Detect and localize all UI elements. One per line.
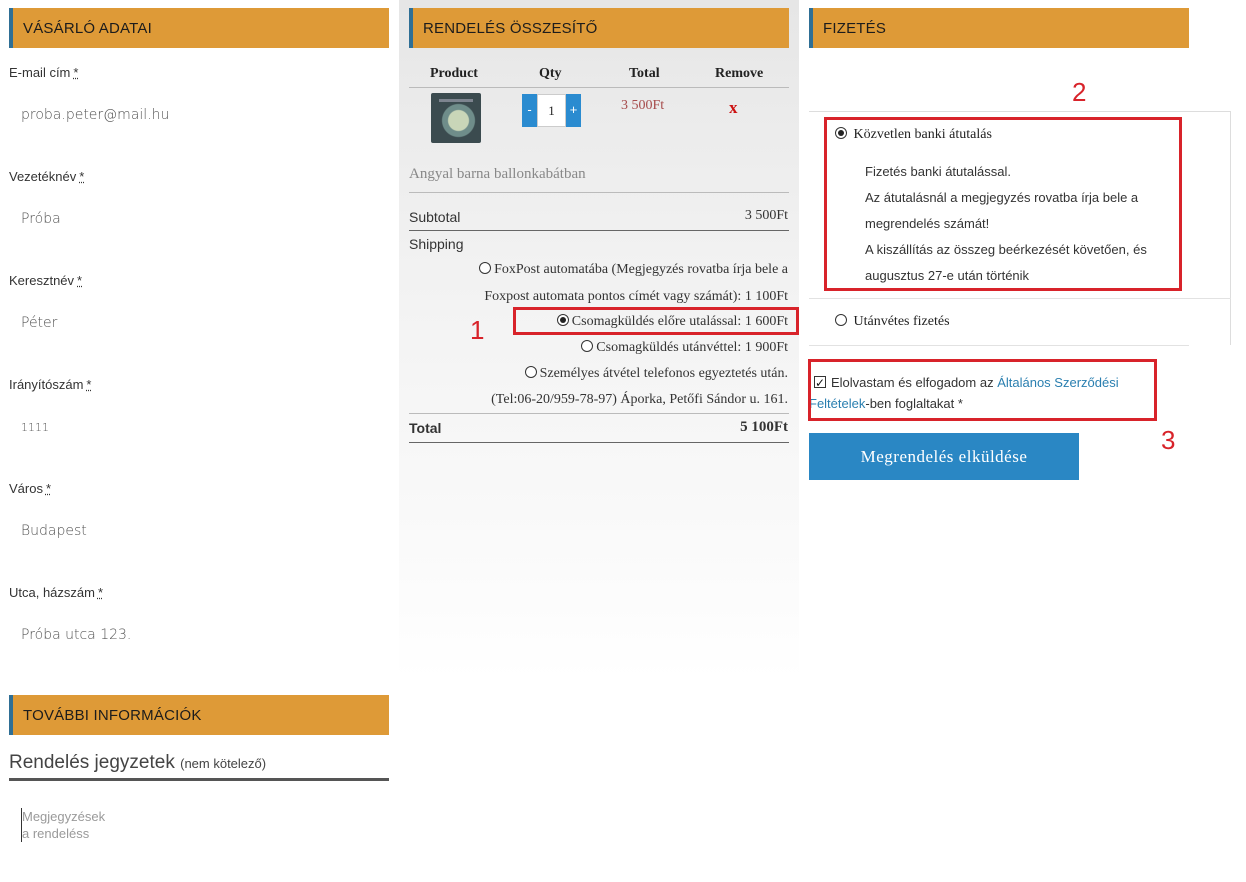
col-remove: Remove <box>715 66 764 81</box>
item-total: 3 500Ft <box>621 98 665 113</box>
zipcode-field[interactable]: 1111 <box>21 421 49 434</box>
col-qty: Qty <box>539 66 562 81</box>
firstname-label: Keresztnév * <box>9 273 83 288</box>
email-label: E-mail cím * <box>9 65 79 80</box>
radio-icon[interactable] <box>581 340 594 352</box>
shipping-label: Shipping <box>409 236 464 252</box>
lastname-field[interactable]: Próba <box>21 211 61 227</box>
email-field[interactable]: proba.peter@mail.hu <box>21 107 169 123</box>
zipcode-label: Irányítószám * <box>9 377 92 392</box>
submit-order-button[interactable]: Megrendelés elküldése <box>809 433 1079 480</box>
total-label: Total <box>409 420 442 436</box>
payment-option-cod[interactable]: Utánvétes fizetés <box>835 314 950 330</box>
shipping-option-foxpost-line2: Foxpost automata pontos címét vagy számá… <box>484 289 788 304</box>
remove-item-button[interactable]: x <box>729 98 738 118</box>
notes-underline <box>9 778 389 781</box>
shipping-option-cod[interactable]: Csomagküldés utánvéttel: 1 900Ft <box>581 340 788 356</box>
shipping-option-foxpost[interactable]: FoxPost automatába (Megjegyzés rovatba í… <box>479 262 788 278</box>
payment-header: FIZETÉS <box>809 8 1189 48</box>
lastname-label: Vezetéknév * <box>9 169 85 184</box>
total-divider <box>409 442 789 443</box>
notes-title: Rendelés jegyzetek (nem kötelező) <box>9 752 267 773</box>
qty-input[interactable]: 1 <box>537 94 566 127</box>
radio-icon[interactable] <box>479 262 492 274</box>
summary-header: RENDELÉS ÖSSZESÍTŐ <box>409 8 789 48</box>
shipping-option-pickup[interactable]: Személyes átvétel telefonos egyeztetés u… <box>524 366 788 382</box>
annotation-box-3 <box>808 359 1157 421</box>
total-value: 5 100Ft <box>740 419 788 435</box>
annotation-box-1 <box>513 307 799 335</box>
notes-textarea[interactable]: Megjegyzések a rendeléss <box>21 808 105 842</box>
city-label: Város * <box>9 481 52 496</box>
subtotal-value: 3 500Ft <box>744 208 788 223</box>
table-header-divider <box>409 87 789 88</box>
payment-separator-bottom <box>809 345 1189 346</box>
shipping-divider <box>409 413 789 414</box>
shipping-option-pickup-line2: (Tel:06-20/959-78-97) Áporka, Petőfi Sán… <box>491 392 788 407</box>
qty-decrease-button[interactable]: - <box>522 94 537 127</box>
annotation-box-2 <box>824 117 1182 291</box>
street-field[interactable]: Próba utca 123. <box>21 627 131 643</box>
subtotal-label: Subtotal <box>409 209 461 225</box>
product-thumbnail <box>431 93 481 143</box>
radio-icon[interactable] <box>835 314 847 326</box>
additional-header: TOVÁBBI INFORMÁCIÓK <box>9 695 389 735</box>
annotation-number-3: 3 <box>1161 425 1176 455</box>
product-divider <box>409 192 789 193</box>
city-field[interactable]: Budapest <box>21 523 87 539</box>
payment-separator <box>809 298 1231 299</box>
annotation-number-1: 1 <box>470 315 485 345</box>
qty-increase-button[interactable]: + <box>566 94 581 127</box>
firstname-field[interactable]: Péter <box>21 315 57 331</box>
radio-icon[interactable] <box>524 366 537 378</box>
product-name: Angyal barna ballonkabátban <box>409 166 586 182</box>
customer-header: VÁSÁRLÓ ADATAI <box>9 8 389 48</box>
col-product: Product <box>430 66 478 81</box>
street-label: Utca, házszám * <box>9 585 104 600</box>
subtotal-divider <box>409 230 789 231</box>
col-total: Total <box>629 66 660 81</box>
annotation-number-2: 2 <box>1072 77 1087 107</box>
